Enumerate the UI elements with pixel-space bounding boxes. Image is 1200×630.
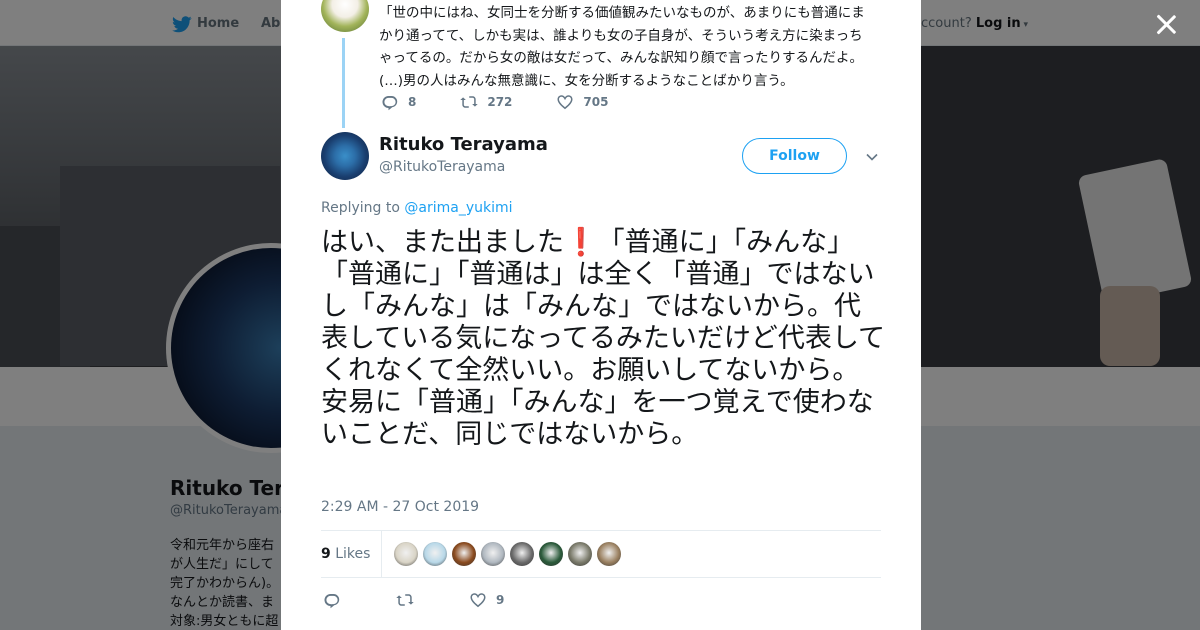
close-icon[interactable] <box>1152 11 1180 39</box>
parent-tweet-actions: 8 272 705 <box>381 92 652 112</box>
follow-button[interactable]: Follow <box>742 138 847 174</box>
retweet-button[interactable] <box>396 591 414 609</box>
likes-count-link[interactable]: 9 Likes <box>321 531 383 577</box>
liker-avatar[interactable] <box>481 542 506 566</box>
parent-tweet-avatar[interactable] <box>321 0 369 32</box>
likes-row: 9 Likes <box>321 531 881 577</box>
retweet-icon <box>460 93 479 111</box>
tweet-actions: 9 <box>323 590 559 610</box>
tweet-text-part1: はい、また出ました <box>321 227 564 258</box>
parent-like-button[interactable]: 705 <box>556 93 608 111</box>
divider <box>321 577 881 578</box>
chevron-down-icon[interactable] <box>865 149 879 163</box>
liker-avatar[interactable] <box>510 542 535 566</box>
liker-avatar[interactable] <box>568 542 593 566</box>
reply-icon <box>381 93 399 111</box>
replying-to-link[interactable]: @arima_yukimi <box>404 200 512 216</box>
reply-button[interactable] <box>323 591 341 609</box>
author-name[interactable]: Rituko Terayama <box>379 134 548 155</box>
reply-icon <box>323 591 341 609</box>
like-button[interactable]: 9 <box>469 591 504 609</box>
liker-avatar[interactable] <box>423 542 448 566</box>
likes-count: 9 <box>321 546 331 562</box>
liker-avatar[interactable] <box>452 542 477 566</box>
exclamation-icon: ❗ <box>564 227 598 258</box>
author-avatar[interactable] <box>321 132 369 180</box>
tweet-timestamp[interactable]: 2:29 AM - 27 Oct 2019 <box>321 499 479 515</box>
likes-label: Likes <box>335 546 371 562</box>
parent-tweet-text: 「世の中にはね、女同士を分断する価値観みたいなものが、あまりにも普通にまかり通っ… <box>379 5 865 89</box>
parent-like-count: 705 <box>583 95 609 109</box>
tweet-text-part2: 「普通に」「みんな」「普通に」「普通は」は全く「普通」ではないし「みんな」は「み… <box>321 227 886 450</box>
like-count: 9 <box>496 593 505 607</box>
heart-icon <box>556 93 574 111</box>
parent-retweet-button[interactable]: 272 <box>460 93 512 111</box>
parent-reply-button[interactable]: 8 <box>381 93 416 111</box>
liker-avatars <box>394 542 626 566</box>
author-handle[interactable]: @RitukoTerayama <box>379 159 505 175</box>
retweet-icon <box>396 591 414 609</box>
replying-prefix: Replying to <box>321 200 400 216</box>
tweet-text: はい、また出ました❗「普通に」「みんな」「普通に」「普通は」は全く「普通」ではな… <box>321 227 886 451</box>
replying-to: Replying to @arima_yukimi <box>321 200 513 216</box>
parent-retweet-count: 272 <box>487 95 513 109</box>
thread-connector-line <box>342 38 345 128</box>
liker-avatar[interactable] <box>394 542 419 566</box>
parent-reply-count: 8 <box>408 95 417 109</box>
liker-avatar[interactable] <box>597 542 622 566</box>
liker-avatar[interactable] <box>539 542 564 566</box>
heart-icon <box>469 591 487 609</box>
tweet-modal: 「世の中にはね、女同士を分断する価値観みたいなものが、あまりにも普通にまかり通っ… <box>281 0 921 630</box>
